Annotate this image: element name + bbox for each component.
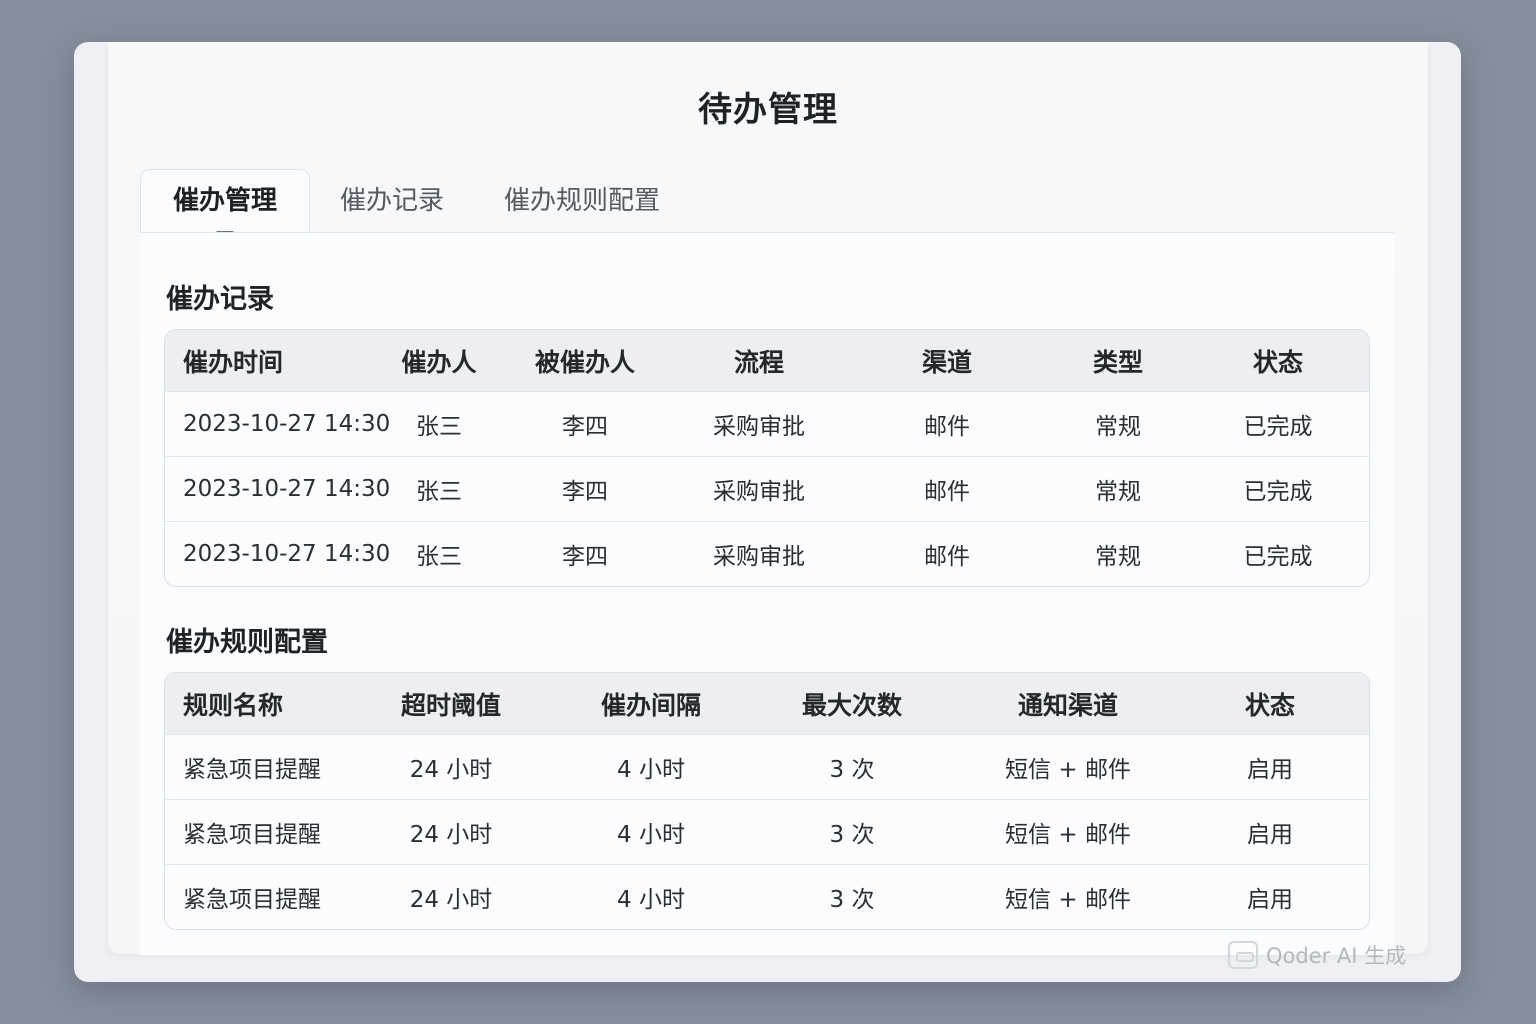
- reminder-sender: 张三: [416, 544, 462, 570]
- table-row: 2023-10-27 14:30 张三 李四 采购审批 邮件 常规 已完成: [165, 391, 1369, 456]
- reminder-time: 2023-10-27 14:30: [183, 411, 391, 437]
- rules-table: 规则名称 超时阈值 催办间隔 最大次数 通知渠道 状态 紧急项目提醒 24 小时…: [164, 672, 1370, 930]
- rules-table-header: 规则名称 超时阈值 催办间隔 最大次数 通知渠道 状态: [165, 673, 1369, 734]
- watermark-text: Qoder AI 生成: [1266, 944, 1407, 968]
- tab-label: 催办规则配置: [504, 186, 661, 216]
- reminder-sender: 张三: [416, 479, 462, 505]
- status-text: 启用: [1247, 887, 1293, 913]
- notify-channel: 短信 + 邮件: [1005, 822, 1131, 848]
- notify-channel: 短信 + 邮件: [1005, 757, 1131, 783]
- rule-name: 紧急项目提醒: [183, 757, 321, 783]
- status-text: 已完成: [1243, 414, 1313, 440]
- app-window: 待办管理 催办管理 催办记录 催办规则配置 催办记录 催办时间 催办人 被催办人: [74, 42, 1461, 982]
- column-header: 催办时间: [183, 347, 284, 377]
- process-name: 采购审批: [713, 544, 805, 570]
- column-header: 超时阈值: [400, 690, 501, 720]
- tab-bar: 催办管理 催办记录 催办规则配置: [140, 169, 690, 240]
- table-row: 紧急项目提醒 24 小时 4 小时 3 次 短信 + 邮件 启用: [165, 864, 1369, 929]
- rule-name: 紧急项目提醒: [183, 887, 321, 913]
- reminder-sender: 张三: [416, 414, 462, 440]
- column-header: 通知渠道: [1017, 690, 1118, 720]
- reminder-recipient: 李四: [562, 479, 608, 505]
- reminder-time: 2023-10-27 14:30: [183, 541, 391, 567]
- channel: 邮件: [924, 479, 970, 505]
- records-section-title: 催办记录: [166, 284, 274, 315]
- column-header: 催办人: [401, 347, 477, 377]
- column-header: 被催办人: [534, 347, 635, 377]
- status-text: 启用: [1247, 757, 1293, 783]
- timeout-threshold: 24 小时: [409, 887, 493, 913]
- tab-reminder-records[interactable]: 催办记录: [310, 170, 474, 232]
- reminder-type: 常规: [1095, 414, 1141, 440]
- reminder-type: 常规: [1095, 479, 1141, 505]
- status-text: 已完成: [1243, 479, 1313, 505]
- reminder-interval: 4 小时: [617, 822, 685, 848]
- column-header: 状态: [1252, 347, 1303, 377]
- reminder-interval: 4 小时: [617, 887, 685, 913]
- max-count: 3 次: [829, 757, 875, 783]
- column-header: 流程: [733, 347, 784, 377]
- table-row: 2023-10-27 14:30 张三 李四 采购审批 邮件 常规 已完成: [165, 521, 1369, 586]
- page-title: 待办管理: [698, 90, 838, 130]
- status-text: 启用: [1247, 822, 1293, 848]
- watermark: Qoder AI 生成: [1228, 940, 1406, 970]
- reminder-recipient: 李四: [562, 544, 608, 570]
- column-header: 渠道: [921, 347, 972, 377]
- qoder-logo-icon: [1228, 941, 1258, 969]
- records-table: 催办时间 催办人 被催办人 流程 渠道 类型 状态 2023-10-27 14:…: [164, 329, 1370, 587]
- notify-channel: 短信 + 邮件: [1005, 887, 1131, 913]
- column-header: 状态: [1244, 690, 1295, 720]
- max-count: 3 次: [829, 887, 875, 913]
- column-header: 催办间隔: [600, 690, 701, 720]
- reminder-recipient: 李四: [562, 414, 608, 440]
- table-row: 紧急项目提醒 24 小时 4 小时 3 次 短信 + 邮件 启用: [165, 734, 1369, 799]
- rule-name: 紧急项目提醒: [183, 822, 321, 848]
- channel: 邮件: [924, 544, 970, 570]
- table-row: 紧急项目提醒 24 小时 4 小时 3 次 短信 + 邮件 启用: [165, 799, 1369, 864]
- tab-reminder-management[interactable]: 催办管理: [140, 169, 311, 240]
- column-header: 最大次数: [801, 690, 902, 720]
- tab-reminder-rules[interactable]: 催办规则配置: [474, 170, 690, 232]
- timeout-threshold: 24 小时: [409, 822, 493, 848]
- reminder-time: 2023-10-27 14:30: [183, 476, 391, 502]
- tab-content: 催办记录 催办时间 催办人 被催办人 流程 渠道 类型 状态 2023-10-2…: [140, 232, 1394, 955]
- column-header: 类型: [1092, 347, 1143, 377]
- process-name: 采购审批: [713, 479, 805, 505]
- records-table-header: 催办时间 催办人 被催办人 流程 渠道 类型 状态: [165, 330, 1369, 391]
- status-text: 已完成: [1243, 544, 1313, 570]
- tab-label: 催办管理: [173, 186, 278, 216]
- reminder-interval: 4 小时: [617, 757, 685, 783]
- rules-section-title: 催办规则配置: [166, 627, 328, 658]
- tab-label: 催办记录: [340, 186, 445, 216]
- channel: 邮件: [924, 414, 970, 440]
- reminder-type: 常规: [1095, 544, 1141, 570]
- max-count: 3 次: [829, 822, 875, 848]
- column-header: 规则名称: [183, 690, 284, 720]
- table-row: 2023-10-27 14:30 张三 李四 采购审批 邮件 常规 已完成: [165, 456, 1369, 521]
- timeout-threshold: 24 小时: [409, 757, 493, 783]
- main-panel: 待办管理 催办管理 催办记录 催办规则配置 催办记录 催办时间 催办人 被催办人: [108, 42, 1428, 955]
- process-name: 采购审批: [713, 414, 805, 440]
